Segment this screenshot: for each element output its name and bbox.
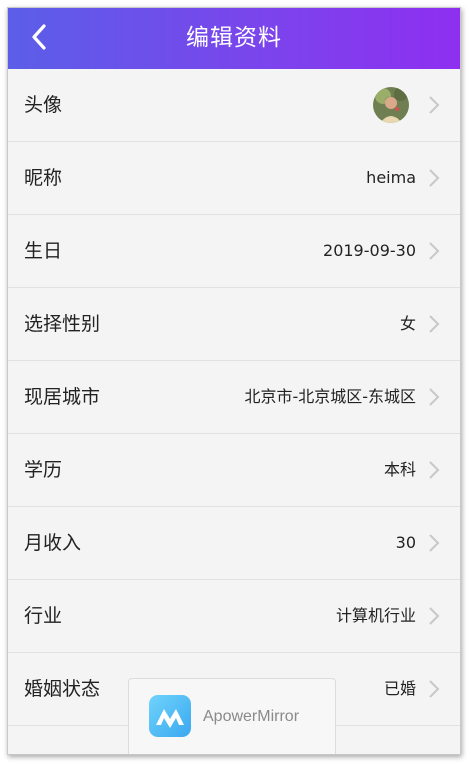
nav-bar: 编辑资料 [8, 8, 460, 69]
row-value: 30 [395, 533, 416, 552]
row-value: 北京市-北京城区-东城区 [244, 387, 416, 406]
row-label: 月收入 [24, 532, 82, 554]
row-gender[interactable]: 选择性别 女 [8, 288, 460, 361]
watermark-text: ApowerMirror [203, 708, 300, 725]
row-label: 头像 [24, 94, 63, 116]
row-birthday[interactable]: 生日 2019-09-30 [8, 215, 460, 288]
chevron-right-icon [429, 388, 440, 406]
chevron-right-icon [429, 461, 440, 479]
row-label: 学历 [24, 459, 63, 481]
chevron-right-icon [429, 96, 440, 114]
mirror-watermark: ApowerMirror [128, 678, 336, 754]
row-value: 女 [399, 314, 416, 333]
row-value: heima [366, 168, 416, 187]
row-avatar[interactable]: 头像 [8, 69, 460, 142]
apowermirror-logo-icon [149, 695, 191, 737]
chevron-right-icon [429, 169, 440, 187]
row-industry[interactable]: 行业 计算机行业 [8, 580, 460, 653]
page-title: 编辑资料 [186, 25, 282, 51]
row-label: 生日 [24, 240, 63, 262]
chevron-right-icon [429, 680, 440, 698]
row-label: 现居城市 [24, 386, 101, 408]
row-education[interactable]: 学历 本科 [8, 434, 460, 507]
row-value: 已婚 [383, 679, 416, 698]
chevron-right-icon [429, 242, 440, 260]
phone-screen: 编辑资料 头像 昵称 heima 生日 2019-09-30 选择性别 女 现居… [7, 7, 461, 755]
row-label: 选择性别 [24, 313, 101, 335]
chevron-right-icon [429, 315, 440, 333]
row-nickname[interactable]: 昵称 heima [8, 142, 460, 215]
chevron-right-icon [429, 607, 440, 625]
avatar [373, 87, 409, 123]
row-city[interactable]: 现居城市 北京市-北京城区-东城区 [8, 361, 460, 434]
chevron-right-icon [429, 534, 440, 552]
row-value: 2019-09-30 [323, 241, 416, 260]
row-label: 行业 [24, 605, 63, 627]
row-income[interactable]: 月收入 30 [8, 507, 460, 580]
row-label: 婚姻状态 [24, 678, 101, 700]
row-label: 昵称 [24, 167, 63, 189]
row-value: 本科 [383, 460, 416, 479]
profile-list: 头像 昵称 heima 生日 2019-09-30 选择性别 女 现居城市 北京… [8, 69, 460, 726]
row-value: 计算机行业 [335, 606, 416, 625]
